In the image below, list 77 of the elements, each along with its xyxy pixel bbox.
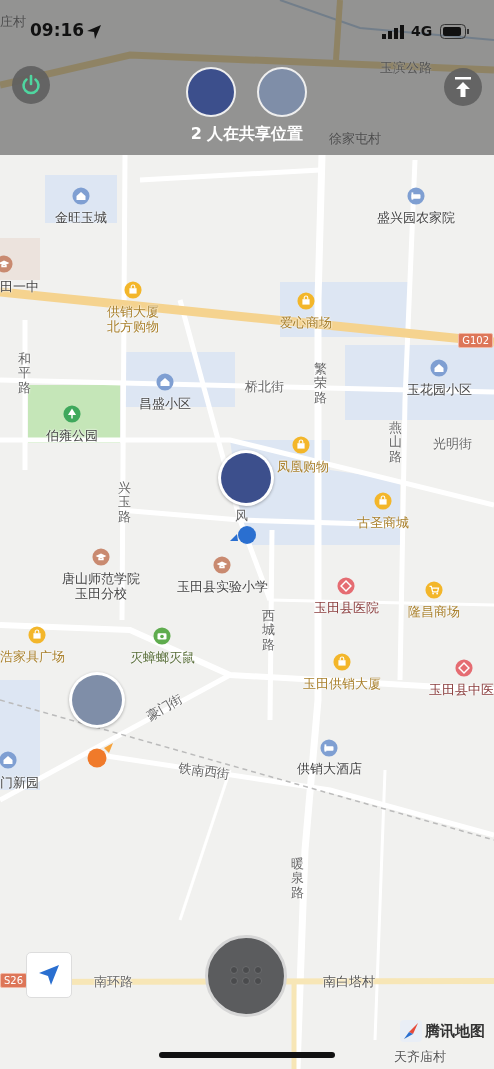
location-arrow-icon xyxy=(86,24,102,40)
place-label: 玉田供销大厦 xyxy=(303,676,381,692)
place-label: 供销大厦北方购物 xyxy=(107,305,159,335)
place-label: 唐山师范学院玉田分校 xyxy=(62,572,140,602)
shopping-bag-icon xyxy=(292,436,310,454)
road-label: 燕山路 xyxy=(388,420,402,464)
place-label: 金旺玉城 xyxy=(55,210,107,226)
shopping-bag-icon xyxy=(28,626,46,644)
status-time: 09:16 xyxy=(30,20,85,40)
dots-grid-icon xyxy=(228,965,264,987)
graduation-cap-icon xyxy=(92,548,110,566)
scroll-to-top-button[interactable] xyxy=(444,68,482,106)
location-dot-icon xyxy=(87,742,115,768)
battery-icon xyxy=(440,24,470,40)
shopping-bag-icon xyxy=(333,653,351,671)
house-icon xyxy=(156,373,174,391)
place-label: 隆昌商场 xyxy=(408,604,460,620)
place-label: 凤凰购物 xyxy=(277,459,329,475)
hospital-icon xyxy=(455,659,473,677)
signal-icon xyxy=(382,25,406,39)
place-label: 供销大酒店 xyxy=(296,761,362,777)
place-label: 浩家具广场 xyxy=(0,649,65,665)
photo-placeholder[interactable] xyxy=(186,67,236,117)
road-label: 玉滨公路 xyxy=(380,60,432,76)
road-label: 桥北街 xyxy=(244,379,284,395)
navigation-arrow-icon xyxy=(38,964,60,986)
place-label: 伯雍公园 xyxy=(46,428,98,444)
cart-icon xyxy=(425,581,443,599)
house-icon xyxy=(430,359,448,377)
logo-text: 腾讯地图 xyxy=(425,1021,485,1041)
locate-button[interactable] xyxy=(26,952,72,998)
route-badge: S26 xyxy=(0,973,28,988)
shopping-bag-icon xyxy=(297,292,315,310)
hospital-icon xyxy=(337,577,355,595)
place-label: 玉花园小区 xyxy=(406,382,472,398)
bed-icon xyxy=(320,739,338,757)
house-icon xyxy=(72,187,90,205)
tree-icon xyxy=(63,405,81,423)
place-label: 古圣商城 xyxy=(357,515,409,531)
place-label: 门新园 xyxy=(0,775,39,791)
logo-icon xyxy=(400,1020,422,1042)
power-icon xyxy=(20,74,42,96)
place-label: 田一中 xyxy=(0,279,39,295)
sharing-caption: 2 人在共享位置 xyxy=(190,124,304,145)
shopping-bag-icon xyxy=(124,281,142,299)
road-label: 兴玉路 xyxy=(117,480,131,524)
shopping-bag-icon xyxy=(374,492,392,510)
road-label: 风 xyxy=(234,508,248,524)
road-label: 光明街 xyxy=(432,436,472,452)
place-label: 庄村 xyxy=(0,14,26,30)
place-label: 天齐庙村 xyxy=(394,1049,446,1065)
house-icon xyxy=(0,751,17,769)
road-label: 南环路 xyxy=(93,974,133,990)
road-label: 繁荣路 xyxy=(313,361,327,405)
graduation-cap-icon xyxy=(0,255,13,273)
arrow-up-to-line-icon xyxy=(453,76,473,98)
place-label: 盛兴园农家院 xyxy=(377,210,455,226)
camera-icon xyxy=(153,627,171,645)
location-dot-icon xyxy=(229,525,257,545)
power-button[interactable] xyxy=(12,66,50,104)
road-label: 和平路 xyxy=(17,351,31,395)
place-label: 玉田县实验小学 xyxy=(176,579,268,595)
road-label: 豪门街 xyxy=(144,691,186,725)
graduation-cap-icon xyxy=(213,556,231,574)
place-label: 玉田县中医 xyxy=(429,682,494,698)
route-badge: G102 xyxy=(458,333,493,348)
road-label: 暖泉路 xyxy=(290,856,304,900)
place-label: 徐家屯村 xyxy=(329,131,381,147)
bed-icon xyxy=(407,187,425,205)
place-label: 南白塔村 xyxy=(323,974,375,990)
place-label: 灭蟑螂灭鼠 xyxy=(129,650,195,666)
place-label: 玉田县医院 xyxy=(313,600,379,616)
photo-placeholder[interactable] xyxy=(257,67,307,117)
place-label: 昌盛小区 xyxy=(139,396,191,412)
network-label: 4G xyxy=(411,23,433,39)
road-label: 铁南西街 xyxy=(177,761,231,783)
road-label: 西城路 xyxy=(261,608,275,652)
